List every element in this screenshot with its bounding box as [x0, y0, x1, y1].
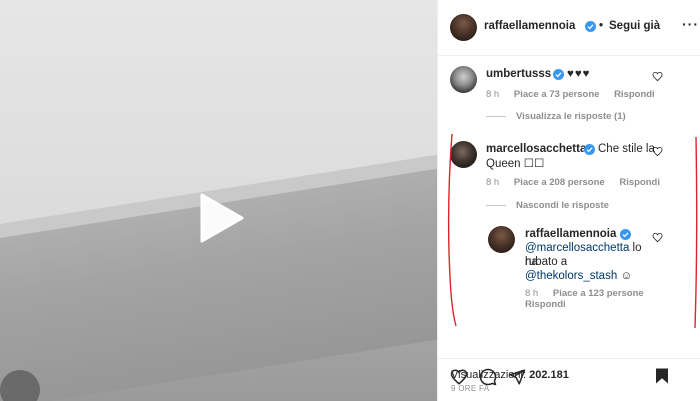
- red-annotation-left: [447, 133, 457, 327]
- comment-time: 8 h: [486, 89, 500, 100]
- comment-text: Che stile la: [598, 143, 655, 155]
- heart-icon[interactable]: [652, 71, 663, 82]
- post-time-ago: 9 ORE FA: [451, 384, 490, 393]
- comment-username[interactable]: umbertusss: [486, 68, 551, 80]
- reply-button[interactable]: Rispondi: [619, 177, 660, 188]
- video-player[interactable]: [0, 0, 437, 401]
- reply-text-line: @thekolors_stash ☺: [525, 269, 632, 283]
- reply-likes[interactable]: Piace a 123 persone: [553, 288, 644, 299]
- comment-meta: 8 h Piace a 208 persone Rispondi: [486, 177, 672, 188]
- author-username[interactable]: raffaellamennoia: [484, 20, 575, 32]
- reply-avatar[interactable]: [488, 226, 515, 253]
- comment-text-continued: Queen ☐☐: [486, 158, 545, 170]
- red-annotation-right: [694, 136, 698, 329]
- verified-icon: [620, 229, 631, 240]
- reply-text-part: rubato a: [525, 256, 568, 268]
- play-icon[interactable]: [196, 193, 246, 243]
- comment-likes[interactable]: Piace a 208 persone: [514, 177, 605, 188]
- verified-icon: [585, 21, 596, 32]
- comment-username[interactable]: marcellosacchetta: [486, 143, 586, 155]
- comment-likes[interactable]: Piace a 73 persone: [514, 89, 600, 100]
- comment-time: 8 h: [486, 177, 500, 188]
- reply-time: 8 h: [525, 288, 539, 299]
- commenter-avatar[interactable]: [450, 66, 477, 93]
- views-counter: Visualizzazioni: 202.181: [451, 369, 569, 381]
- comment-meta: 8 h Piace a 73 persone Rispondi: [486, 89, 667, 100]
- verified-icon: [553, 69, 564, 80]
- replies-divider: [486, 116, 506, 117]
- heart-icon[interactable]: [652, 232, 663, 243]
- heart-icon[interactable]: [652, 146, 663, 157]
- mention-link[interactable]: @marcellosacchetta: [525, 242, 629, 254]
- view-replies-button[interactable]: Visualizza le risposte (1): [516, 111, 626, 122]
- comment-text: ♥♥♥: [567, 68, 591, 80]
- verified-icon: [584, 144, 595, 155]
- mention-link[interactable]: @thekolors_stash: [525, 270, 617, 282]
- more-icon[interactable]: ···: [682, 16, 699, 32]
- hide-replies-button[interactable]: Nascondi le risposte: [516, 200, 609, 211]
- post-sidebar: raffaellamennoia • Segui già ··· umbertu…: [437, 0, 700, 401]
- separator-dot: •: [599, 20, 604, 32]
- views-count: 202.181: [529, 369, 569, 381]
- bookmark-icon[interactable]: [653, 367, 671, 385]
- views-label: Visualizzazioni:: [451, 369, 527, 381]
- replies-divider: [486, 205, 506, 206]
- reply-username[interactable]: raffaellamennoia: [525, 228, 616, 240]
- reply-button[interactable]: Rispondi: [614, 89, 655, 100]
- reply-button[interactable]: Rispondi: [525, 299, 566, 310]
- smile-emoji: ☺: [620, 270, 633, 282]
- reply-meta: 8 h Piace a 123 persone: [525, 288, 656, 299]
- author-avatar[interactable]: [450, 14, 477, 41]
- following-button[interactable]: Segui già: [609, 20, 660, 32]
- post-header: raffaellamennoia • Segui già ···: [438, 0, 700, 56]
